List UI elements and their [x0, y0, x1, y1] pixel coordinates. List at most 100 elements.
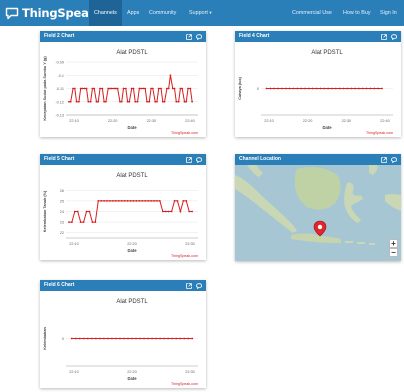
external-link-icon[interactable] [381, 156, 387, 163]
field-4-panel: Field 4 Chart Alat PDSTL 0 22:10 22:20 22:30… [235, 31, 401, 137]
data-point [269, 87, 272, 90]
field-4-header: Field 4 Chart [235, 31, 401, 42]
external-link-icon[interactable] [381, 33, 387, 40]
data-point [136, 100, 139, 103]
data-point [119, 337, 121, 340]
chart-credit: ThingSpeak.com [171, 254, 198, 258]
comment-icon[interactable] [391, 33, 397, 40]
data-point [106, 200, 108, 202]
chart-credit: ThingSpeak.com [171, 382, 198, 386]
y-axis-label: Kelembaban Tanah (%) [43, 190, 47, 232]
y-tick-label: 23 [60, 221, 64, 225]
nav-how-to-buy[interactable]: How to Buy [343, 0, 371, 26]
top-navbar: ThingSpeak™ Channels Apps Community Supp… [0, 0, 404, 26]
nav-channels[interactable]: Channels [89, 0, 122, 26]
thingspeak-logo[interactable]: ThingSpeak™ [5, 4, 101, 22]
field-6-panel: Field 6 Chart Alat PDSTL 0 22:10 22:20 22:30… [40, 280, 206, 388]
data-point [109, 87, 111, 90]
data-point [97, 200, 100, 202]
data-point [126, 200, 129, 202]
data-point [142, 87, 145, 90]
data-point [365, 87, 368, 90]
data-point [189, 87, 192, 90]
data-point [144, 200, 147, 202]
channel-location-panel: Channel Location + − [235, 154, 401, 261]
x-axis-label: Date [127, 376, 137, 381]
x-tick-label: 22:20 [127, 370, 137, 374]
data-point [139, 337, 141, 340]
data-point [122, 87, 125, 90]
y-tick-label: 0 [62, 337, 64, 341]
data-point [164, 210, 167, 213]
comment-icon[interactable] [196, 282, 202, 289]
y-tick-label: -0.11 [56, 87, 64, 91]
location-map[interactable]: + − [235, 165, 401, 261]
data-point [115, 337, 117, 340]
field-6-chart-svg: Alat PDSTL 0 22:10 22:20 22:30 Date Kelembaban… [43, 299, 198, 386]
data-point [327, 87, 329, 90]
data-point [79, 221, 82, 223]
x-tick-label: 22:10 [264, 119, 274, 123]
external-link-icon[interactable] [186, 156, 192, 163]
nav-support[interactable]: Support ▾ [189, 0, 212, 26]
comment-icon[interactable] [391, 156, 397, 163]
map-zoom-out-button[interactable]: − [389, 248, 398, 257]
data-point [68, 100, 70, 103]
map-zoom-in-button[interactable]: + [389, 239, 398, 248]
data-point [179, 210, 182, 213]
field-2-panel: Field 2 Chart Alat PDSTL -0.09 -0.1 -0.11 -0… [40, 31, 206, 137]
nav-commercial-use[interactable]: Commercial Use [292, 0, 332, 26]
nav-apps[interactable]: Apps [127, 0, 139, 26]
data-point [281, 87, 283, 90]
chart-title: Alat PDSTL [116, 173, 148, 179]
data-point [91, 87, 94, 90]
data-point [119, 100, 121, 103]
data-point [167, 210, 170, 213]
external-link-icon[interactable] [186, 33, 192, 40]
data-point [167, 337, 170, 340]
data-point [111, 337, 113, 340]
data-point [323, 87, 326, 90]
comment-icon[interactable] [196, 33, 202, 40]
data-point [112, 200, 114, 202]
data-point [300, 87, 303, 90]
data-point [147, 337, 149, 340]
data-point [91, 221, 94, 223]
data-point [169, 74, 172, 77]
field-5-chart: Alat PDSTL 26 25 24 23 22 22:10 22:20 22:30 Date K… [40, 165, 206, 260]
data-point [185, 200, 188, 202]
comment-icon[interactable] [196, 156, 202, 163]
data-point [107, 87, 110, 90]
data-point [177, 100, 180, 103]
x-tick-label: 22:30 [147, 119, 157, 123]
nav-sign-in[interactable]: Sign In [380, 0, 397, 26]
nav-community[interactable]: Community [149, 0, 176, 26]
field-5-chart-svg: Alat PDSTL 26 25 24 23 22 22:10 22:20 22:30 Date K… [43, 173, 198, 258]
x-tick-label: 22:30 [342, 119, 352, 123]
field-2-header: Field 2 Chart [40, 31, 206, 42]
chart-title: Alat PDSTL [311, 50, 343, 56]
data-point [166, 87, 168, 90]
data-point [141, 200, 144, 202]
chart-title: Alat PDSTL [116, 50, 148, 56]
external-link-icon[interactable] [186, 282, 192, 289]
map-tiles [235, 165, 401, 261]
nav-support-label: Support [189, 10, 208, 16]
data-point [154, 100, 157, 103]
y-tick-label: -0.09 [55, 61, 64, 65]
y-tick-label: 25 [60, 199, 64, 203]
data-point [175, 337, 178, 340]
data-point [373, 87, 376, 90]
data-point [307, 87, 310, 90]
data-point [361, 87, 364, 90]
y-axis-label: Cahaya (lux) [238, 76, 242, 99]
data-point [171, 337, 174, 340]
data-point [113, 87, 116, 90]
data-point [163, 100, 166, 103]
data-point [132, 87, 135, 90]
data-point [147, 200, 150, 202]
data-point [109, 200, 111, 202]
chat-bubble-logo-icon [5, 7, 19, 19]
data-point [334, 87, 337, 90]
field-2-chart: Alat PDSTL -0.09 -0.1 -0.11 -0.12 -0.13 22:10 2… [40, 42, 206, 137]
